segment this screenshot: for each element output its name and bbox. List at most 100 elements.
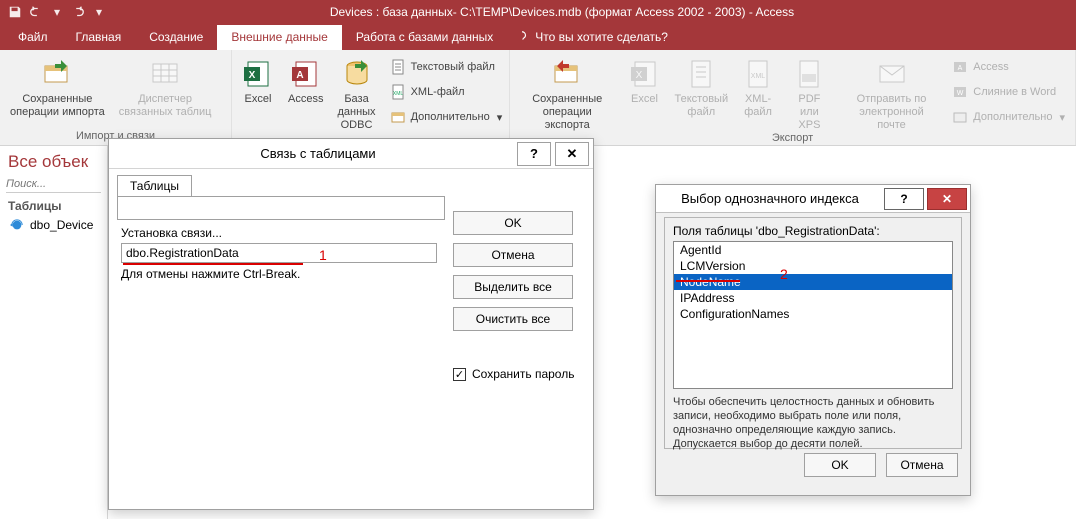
svg-text:X: X	[635, 70, 642, 81]
nav-item-dbo-device[interactable]: dbo_Device	[0, 216, 107, 234]
window-title: Devices : база данных- C:\TEMP\Devices.m…	[108, 5, 1016, 19]
export-xml-button: XML XML- файл	[738, 54, 778, 119]
annotation-underline-2	[676, 280, 740, 282]
save-icon[interactable]	[6, 3, 24, 21]
list-item[interactable]: NodeName	[674, 274, 952, 290]
list-item[interactable]: AgentId	[674, 242, 952, 258]
tell-me-search[interactable]: Что вы хотите сделать?	[507, 30, 676, 50]
list-item[interactable]: IPAddress	[674, 290, 952, 306]
export-word-button: WСлияние в Word	[948, 81, 1069, 103]
tab-file[interactable]: Файл	[4, 25, 62, 50]
save-password-checkbox[interactable]: ✓ Сохранить пароль	[453, 367, 583, 381]
list-item[interactable]: LCMVersion	[674, 258, 952, 274]
dialog-title: Связь с таблицами	[119, 146, 517, 161]
cancel-button[interactable]: Отмена	[886, 453, 958, 477]
import-text-label: Текстовый файл	[411, 61, 495, 73]
word-merge-icon: W	[952, 84, 968, 100]
tab-create[interactable]: Создание	[135, 25, 217, 50]
close-button[interactable]: ✕	[927, 188, 967, 210]
saved-exports-button[interactable]: Сохраненные операции экспорта	[516, 54, 619, 132]
fields-label: Поля таблицы 'dbo_RegistrationData':	[673, 224, 953, 238]
select-all-button[interactable]: Выделить все	[453, 275, 573, 299]
nav-search-input[interactable]	[6, 176, 101, 193]
nav-header[interactable]: Все объек	[8, 152, 88, 172]
ribbon: Сохраненные операции импорта Диспетчер с…	[0, 50, 1076, 146]
svg-text:XML: XML	[751, 73, 766, 80]
saved-imports-button[interactable]: Сохраненные операции импорта	[6, 54, 109, 119]
quick-access-toolbar: ▾ ▾	[0, 3, 108, 21]
tell-me-label: Что вы хотите сделать?	[535, 30, 668, 44]
link-field-input[interactable]	[121, 243, 437, 263]
undo-icon[interactable]	[27, 3, 45, 21]
tables-tab[interactable]: Таблицы	[117, 175, 192, 196]
export-access-label: Access	[973, 61, 1008, 73]
nav-item-label: dbo_Device	[30, 218, 93, 232]
tables-tab-pane	[117, 196, 445, 220]
redo-icon[interactable]	[69, 3, 87, 21]
export-text-label: Текстовый файл	[675, 93, 729, 119]
export-access-button: A Access	[948, 56, 1069, 78]
odbc-icon	[341, 58, 373, 90]
export-excel-button: X Excel	[625, 54, 665, 106]
import-excel-button[interactable]: X Excel	[238, 54, 278, 106]
more-icon	[390, 109, 406, 125]
hint-text: Чтобы обеспечить целостность данных и об…	[673, 395, 953, 451]
access-icon: A	[952, 59, 968, 75]
nav-search[interactable]	[6, 176, 101, 193]
list-item[interactable]: ConfigurationNames	[674, 306, 952, 322]
import-access-button[interactable]: A Access	[284, 54, 327, 106]
svg-text:XML: XML	[392, 91, 403, 97]
tab-database-tools[interactable]: Работа с базами данных	[342, 25, 507, 50]
linked-table-manager-button: Диспетчер связанных таблиц	[115, 54, 216, 119]
ok-button[interactable]: OK	[453, 211, 573, 235]
chevron-down-icon: ▾	[497, 111, 503, 124]
export-excel-label: Excel	[631, 93, 658, 106]
title-bar: ▾ ▾ Devices : база данных- C:\TEMP\Devic…	[0, 0, 1076, 24]
more-icon	[952, 109, 968, 125]
export-pdf-label: PDF или XPS	[788, 93, 831, 132]
linked-table-manager-icon	[149, 58, 181, 90]
svg-text:W: W	[957, 90, 964, 97]
ribbon-tabs: Файл Главная Создание Внешние данные Раб…	[0, 24, 1076, 50]
cancel-button[interactable]: Отмена	[453, 243, 573, 267]
text-file-icon	[685, 58, 717, 90]
checkbox-icon: ✓	[453, 368, 466, 381]
linked-table-manager-label: Диспетчер связанных таблиц	[119, 93, 212, 119]
ok-button[interactable]: OK	[804, 453, 876, 477]
link-field-label: Установка связи...	[121, 226, 441, 240]
xml-file-icon: XML	[742, 58, 774, 90]
import-more-button[interactable]: Дополнительно▾	[386, 106, 507, 128]
qat-customize-icon[interactable]: ▾	[90, 3, 108, 21]
link-tables-dialog: Связь с таблицами ? ✕ Таблицы Установка …	[108, 138, 594, 510]
navigation-pane: Все объек Таблицы dbo_Device	[0, 146, 108, 519]
nav-group-label: Таблицы	[8, 199, 61, 213]
svg-text:X: X	[249, 70, 256, 81]
dialog2-titlebar: Выбор однозначного индекса ? ✕	[656, 185, 970, 213]
nav-group-tables[interactable]: Таблицы	[0, 193, 107, 216]
saved-imports-label: Сохраненные операции импорта	[10, 93, 105, 119]
help-button[interactable]: ?	[884, 188, 924, 210]
excel-icon: X	[629, 58, 661, 90]
save-password-label: Сохранить пароль	[472, 367, 574, 381]
import-odbc-button[interactable]: База данных ODBC	[333, 54, 379, 132]
xml-file-icon: XML	[390, 84, 406, 100]
tab-home[interactable]: Главная	[62, 25, 136, 50]
close-button[interactable]: ✕	[555, 142, 589, 166]
export-xml-label: XML- файл	[744, 93, 772, 119]
import-odbc-label: База данных ODBC	[337, 93, 375, 132]
help-button[interactable]: ?	[517, 142, 551, 166]
import-xml-button[interactable]: XML XML-файл	[386, 81, 507, 103]
access-icon: A	[290, 58, 322, 90]
import-xml-label: XML-файл	[411, 86, 465, 98]
saved-exports-label: Сохраненные операции экспорта	[520, 93, 615, 132]
annotation-label-1: 1	[319, 247, 327, 263]
tab-external-data[interactable]: Внешние данные	[217, 25, 342, 50]
chevron-down-icon[interactable]: ▾	[48, 3, 66, 21]
annotation-underline-1	[123, 263, 303, 265]
clear-all-button[interactable]: Очистить все	[453, 307, 573, 331]
fields-listbox[interactable]: AgentIdLCMVersionNodeNameIPAddressConfig…	[673, 241, 953, 389]
import-text-button[interactable]: Текстовый файл	[386, 56, 507, 78]
linked-table-icon	[10, 218, 24, 232]
chevron-down-icon: ▾	[1059, 111, 1065, 124]
group-export-label: Экспорт	[510, 132, 1075, 147]
